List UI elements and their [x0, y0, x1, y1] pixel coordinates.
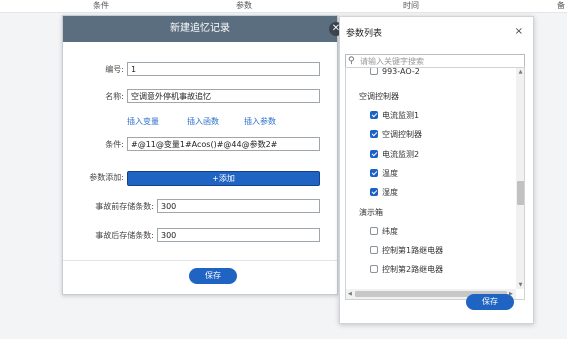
list-item[interactable]: 湿度	[370, 187, 398, 199]
param-add-label: 参数添加:	[89, 173, 124, 182]
scroll-down-icon[interactable]: ▼	[517, 282, 524, 288]
save-button[interactable]: 保存	[189, 268, 237, 284]
number-row: 编号:	[63, 62, 124, 78]
add-parameter-button[interactable]: +添加	[127, 171, 320, 186]
pre-storage-row: 事故前存储条数:	[63, 199, 154, 215]
insert-links: 插入变量 插入函数 插入参数	[63, 116, 337, 128]
scrollbar-thumb[interactable]	[517, 181, 524, 205]
pre-storage-label: 事故前存储条数:	[95, 202, 154, 211]
number-label: 编号:	[105, 65, 124, 74]
group-label: 演示箱	[359, 208, 383, 217]
parameter-tree[interactable]: 993-AO-2 空调控制器 电流监测1 空调控制器 电流监测2 温度 湿度 演…	[345, 67, 525, 300]
scroll-left-icon[interactable]: ◀	[348, 290, 352, 298]
column-header-remark: 备	[557, 1, 565, 10]
group-label: 空调控制器	[359, 92, 399, 101]
list-item[interactable]: 993-AO-2	[370, 68, 420, 78]
list-item[interactable]: 电流监测2	[370, 149, 419, 161]
search-input[interactable]: ⚲ 请输入关键字搜索	[345, 54, 525, 68]
checkbox[interactable]	[370, 188, 378, 196]
list-item[interactable]: 控制第1路继电器	[370, 245, 443, 257]
post-storage-label: 事故后存储条数:	[95, 231, 154, 240]
checkbox[interactable]	[370, 111, 378, 119]
list-item[interactable]: 温度	[370, 168, 398, 180]
post-storage-row: 事故后存储条数:	[63, 228, 154, 244]
list-item[interactable]: 空调控制器	[370, 129, 422, 141]
pre-storage-input[interactable]: 300	[157, 199, 320, 213]
list-item[interactable]: 电流监测1	[370, 110, 419, 122]
parameter-list-panel: 参数列表 × ⚲ 请输入关键字搜索 993-AO-2 空调控制器 电流监测1 空…	[339, 16, 534, 324]
checkbox[interactable]	[370, 130, 378, 138]
dialog-title: 新建追忆记录	[63, 16, 337, 42]
close-icon[interactable]: ×	[515, 26, 523, 37]
scroll-up-icon[interactable]: ▲	[517, 69, 524, 75]
number-input[interactable]: 1	[127, 62, 320, 76]
column-header-time: 时间	[403, 1, 419, 10]
panel-title: 参数列表	[346, 29, 383, 39]
list-item[interactable]: 纬度	[370, 226, 398, 238]
condition-input[interactable]: #@11@变量1#Acos()#@44@参数2#	[127, 137, 320, 151]
checkbox[interactable]	[370, 265, 378, 273]
list-item[interactable]: 控制第2路继电器	[370, 264, 443, 276]
vertical-scrollbar[interactable]: ▲ ▼	[516, 68, 524, 289]
name-row: 名称:	[63, 89, 124, 105]
condition-label: 条件:	[105, 140, 124, 149]
condition-row: 条件:	[63, 137, 124, 153]
checkbox[interactable]	[370, 68, 378, 75]
name-label: 名称:	[105, 92, 124, 101]
checkbox[interactable]	[370, 227, 378, 235]
panel-save-button[interactable]: 保存	[466, 294, 514, 310]
post-storage-input[interactable]: 300	[157, 228, 320, 242]
insert-parameter-link[interactable]: 插入参数	[244, 116, 276, 128]
param-add-row: 参数添加:	[63, 170, 124, 186]
checkbox[interactable]	[370, 169, 378, 177]
insert-function-link[interactable]: 插入函数	[187, 116, 219, 128]
table-header: 条件 参数 时间 备	[0, 0, 567, 13]
dialog-footer-divider	[63, 260, 337, 261]
checkbox[interactable]	[370, 150, 378, 158]
column-header-condition: 条件	[93, 1, 109, 10]
insert-variable-link[interactable]: 插入变量	[127, 116, 159, 128]
column-header-parameter: 参数	[236, 1, 252, 10]
name-input[interactable]: 空调意外停机事故追忆	[127, 89, 320, 103]
new-memory-record-dialog: 新建追忆记录 ✕ 编号: 1 名称: 空调意外停机事故追忆 插入变量 插入函数 …	[62, 15, 343, 295]
checkbox[interactable]	[370, 246, 378, 254]
